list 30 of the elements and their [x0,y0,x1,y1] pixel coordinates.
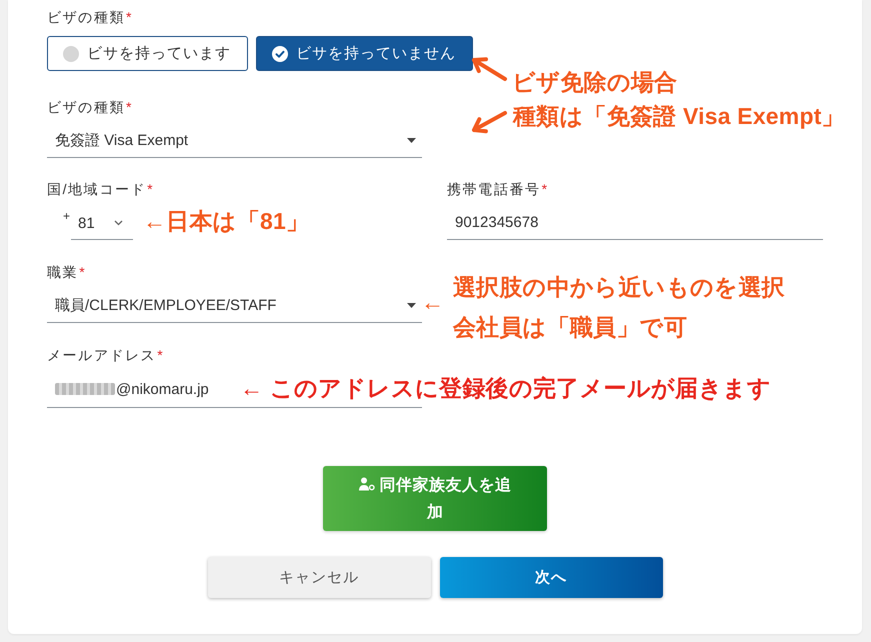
phone-number-field[interactable]: 9012345678 [447,199,823,240]
annotation-text: 会社員は「職員」で可 [453,313,687,341]
chevron-down-icon [114,220,124,226]
add-companion-button[interactable]: 同伴家族友人を追加 [323,466,547,531]
radio-circle-icon [63,46,79,62]
email-field[interactable]: @nikomaru.jp [47,365,237,408]
visa-option-toggle[interactable]: ビサを持っています [47,36,248,71]
annotation-text: ← [421,288,444,316]
field-label: 携帯電話番号* [447,180,549,199]
occupation-select[interactable]: 職員/CLERK/EMPLOYEE/STAFF [47,282,422,323]
field-label: ビザの種類* [47,8,134,27]
caret-down-icon [407,138,416,142]
annotation-text: 選択肢の中から近いものを選択 [453,273,785,301]
field-label: 職業* [47,263,86,282]
field-label: ビザの種類* [47,98,134,117]
field-label: 国/地域コード* [47,180,154,199]
annotation-text: ←日本は「81」 [143,207,310,235]
annotation-text: 種類は「免簽證 Visa Exempt」 [513,102,845,130]
country-code-select[interactable]: 81 [71,199,134,240]
next-button[interactable]: 次へ [440,557,662,598]
cancel-button[interactable]: キャンセル [208,557,430,598]
person-icon [358,476,374,490]
check-circle-icon [272,46,288,62]
field-label: メールアドレス* [47,346,164,365]
visa-option-toggle[interactable]: ビサを持っていません [256,36,473,71]
phone-prefix: + [63,210,70,222]
annotation-text: ← このアドレスに登録後の完了メールが届きます [240,374,771,402]
caret-down-icon [407,302,416,308]
visa-type-select[interactable]: 免簽證 Visa Exempt [47,117,422,158]
annotation-text: ビザ免除の場合 [512,68,678,96]
